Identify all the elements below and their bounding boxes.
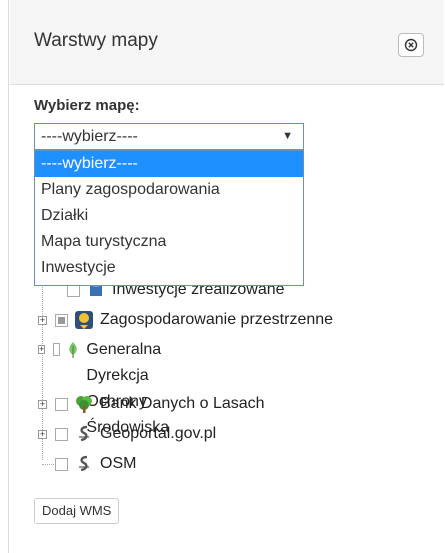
expand-plus-icon[interactable]: + <box>38 429 47 439</box>
map-select-dropdown: ----wybierz---- Plany zagospodarowania D… <box>34 150 304 286</box>
planning-pin-icon <box>74 310 94 330</box>
map-select-label: Wybierz mapę: <box>34 97 140 114</box>
tree-icon <box>74 394 94 414</box>
layer-checkbox[interactable] <box>55 313 68 327</box>
add-wms-button[interactable]: Dodaj WMS <box>34 498 120 524</box>
wms-layer-icon <box>74 454 94 474</box>
map-option-inwestycje[interactable]: Inwestycje <box>35 255 303 281</box>
layer-label: Bank Danych o Lasach <box>100 395 265 412</box>
tree-node-bank-danych: + Bank Danych o Lasach <box>38 391 265 417</box>
leaf-icon <box>66 340 80 360</box>
layer-checkbox[interactable] <box>55 457 68 471</box>
tree-node-gdos: + Generalna Dyrekcja Ochrony Środowiska <box>38 337 183 436</box>
expand-plus-icon[interactable]: + <box>38 345 46 354</box>
tree-node-zagospodarowanie: + Zagospodarowanie przestrzenne <box>38 307 333 333</box>
dropdown-arrow-icon: ▼ <box>282 130 293 142</box>
close-circle-icon <box>404 38 418 52</box>
map-option-dzialki[interactable]: Działki <box>35 203 303 229</box>
panel-header: Warstwy mapy <box>10 0 444 85</box>
map-select-value: ----wybierz---- <box>41 128 138 145</box>
expand-plus-icon[interactable]: + <box>38 399 47 409</box>
layer-checkbox[interactable] <box>55 397 68 411</box>
map-option-wybierz[interactable]: ----wybierz---- <box>35 151 303 177</box>
map-option-plany[interactable]: Plany zagospodarowania <box>35 177 303 203</box>
close-panel-button[interactable] <box>398 33 424 57</box>
panel-title: Warstwy mapy <box>34 30 158 51</box>
layer-label: Geoportal.gov.pl <box>100 425 217 442</box>
tree-node-osm: OSM <box>38 451 136 477</box>
wms-layer-icon <box>74 424 94 444</box>
layer-checkbox[interactable] <box>55 427 68 441</box>
layer-label: Zagospodarowanie przestrzenne <box>100 311 334 328</box>
layer-label: OSM <box>100 455 137 472</box>
tree-node-geoportal: + Geoportal.gov.pl <box>38 421 216 447</box>
left-border <box>8 0 9 553</box>
map-option-mapa-turystyczna[interactable]: Mapa turystyczna <box>35 229 303 255</box>
layer-checkbox[interactable] <box>53 343 61 356</box>
map-select[interactable]: ----wybierz---- ▼ <box>34 123 304 150</box>
expand-plus-icon[interactable]: + <box>38 315 47 325</box>
layers-panel: Warstwy mapy Wybierz mapę: ----wybierz--… <box>10 0 444 553</box>
